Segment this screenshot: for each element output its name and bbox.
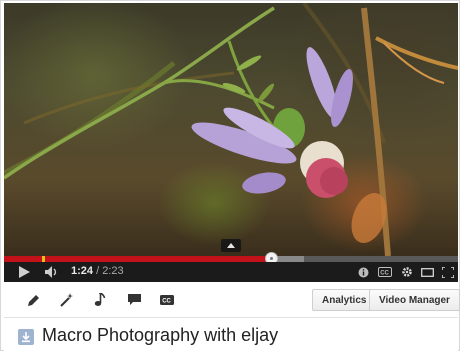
time-display: 1:24 / 2:23 — [71, 265, 124, 277]
captions-cc-icon[interactable]: CC — [157, 290, 177, 310]
fullscreen-icon[interactable] — [440, 262, 456, 282]
audio-note-icon[interactable] — [90, 290, 110, 310]
video-page: 1:24 / 2:23 CC CC Analytics Video Manage… — [0, 0, 460, 352]
edit-pencil-icon[interactable] — [23, 290, 43, 310]
annotations-icon[interactable] — [356, 262, 370, 282]
duration: 2:23 — [102, 265, 124, 277]
video-toolbar: CC Analytics Video Manager — [4, 282, 460, 318]
expand-arrow-icon[interactable] — [221, 239, 241, 252]
captions-icon[interactable]: CC — [377, 262, 393, 282]
player-controls: 1:24 / 2:23 CC — [4, 262, 458, 282]
svg-text:CC: CC — [380, 270, 389, 276]
video-title: Macro Photography with eljay — [42, 325, 279, 345]
settings-icon[interactable] — [399, 262, 415, 282]
current-time: 1:24 — [71, 265, 94, 277]
video-title-row: Macro Photography with eljay — [4, 319, 458, 352]
video-manager-button[interactable]: Video Manager — [369, 289, 460, 311]
volume-icon[interactable] — [44, 262, 60, 282]
video-player-frame[interactable] — [4, 3, 458, 256]
theater-mode-icon[interactable] — [419, 262, 435, 282]
svg-text:CC: CC — [162, 298, 171, 304]
enhancements-wand-icon[interactable] — [57, 290, 77, 310]
upload-icon — [18, 329, 34, 345]
analytics-button[interactable]: Analytics — [312, 289, 377, 311]
play-icon[interactable] — [16, 262, 32, 282]
time-separator: / — [93, 265, 103, 277]
annotations-speech-icon[interactable] — [124, 290, 144, 310]
flower-macro-image — [4, 3, 458, 256]
